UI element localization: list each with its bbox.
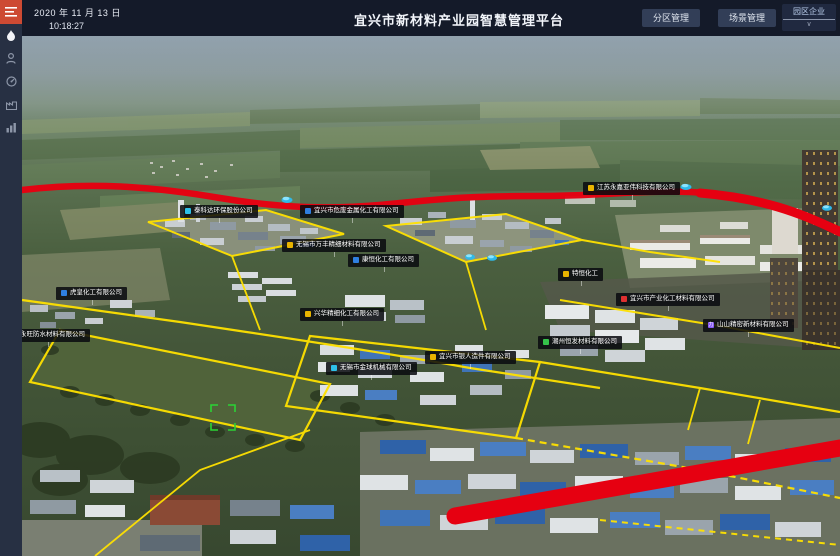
date-display: 2020 年 11 月 13 日 — [34, 6, 121, 19]
atmosphere-haze — [22, 36, 840, 120]
company-marker-icon — [61, 290, 67, 296]
sidebar-item-statistics[interactable] — [0, 116, 22, 139]
company-label-text: 山山精密新材料有限公司 — [717, 322, 789, 329]
company-marker-icon — [621, 296, 627, 302]
company-label[interactable]: 宜兴市危废金属化工有限公司 — [300, 205, 404, 218]
company-label-text: 康恒化工有限公司 — [362, 257, 414, 264]
company-label-text: 无锡市金球机械有限公司 — [340, 365, 412, 372]
company-label[interactable]: 特恒化工 — [558, 268, 603, 281]
page-title: 宜兴市新材料产业园智慧管理平台 — [354, 10, 564, 29]
company-label[interactable]: 无锡市金球机械有限公司 — [326, 362, 417, 375]
company-label[interactable]: 宜兴市银人造件有限公司 — [425, 351, 516, 364]
sidebar-item-monitor[interactable] — [0, 70, 22, 93]
company-label-text: 永旺防水材料有限公司 — [20, 332, 85, 339]
company-label[interactable]: 宜兴市产业化工材料有限公司 — [616, 293, 720, 306]
company-label-text: 兴华精细化工有限公司 — [314, 311, 379, 318]
sidebar-item-person[interactable] — [0, 47, 22, 70]
company-marker-icon — [331, 365, 337, 371]
sidebar — [0, 0, 22, 556]
sidebar-item-menu[interactable] — [0, 0, 22, 24]
company-marker-icon — [305, 311, 311, 317]
company-marker-icon: 力 — [708, 322, 714, 328]
company-label[interactable]: 泰科达环保股份公司 — [180, 205, 258, 218]
smart-park-platform: 泰科达环保股份公司 宜兴市危废金属化工有限公司 无锡市万丰精细材料有限公司 康恒… — [0, 0, 840, 556]
company-label[interactable]: 力 山山精密新材料有限公司 — [703, 319, 794, 332]
company-label[interactable]: 江苏永嘉亚伟科技有限公司 — [583, 182, 680, 195]
header: 2020 年 11 月 13 日 10:18:27 宜兴市新材料产业园智慧管理平… — [22, 0, 840, 36]
company-label-text: 江苏永嘉亚伟科技有限公司 — [597, 185, 675, 192]
time-display: 10:18:27 — [49, 21, 84, 31]
company-marker-icon — [588, 185, 594, 191]
dropdown-label: 园区企业 — [782, 4, 836, 17]
company-marker-icon — [287, 242, 293, 248]
company-label[interactable]: 康恒化工有限公司 — [348, 254, 419, 267]
company-label-text: 虎皇化工有限公司 — [70, 290, 122, 297]
company-marker-icon — [563, 271, 569, 277]
sidebar-item-fire[interactable] — [0, 24, 22, 47]
company-label-text: 无锡市万丰精细材料有限公司 — [296, 242, 381, 249]
scene-management-button[interactable]: 场景管理 — [718, 9, 776, 27]
company-marker-icon — [430, 354, 436, 360]
company-label[interactable]: 无锡市万丰精细材料有限公司 — [282, 239, 386, 252]
gauge-icon — [6, 76, 17, 87]
company-label-text: 宜兴市产业化工材料有限公司 — [630, 296, 715, 303]
company-label[interactable]: 兴华精细化工有限公司 — [300, 308, 384, 321]
company-label[interactable]: 虎皇化工有限公司 — [56, 287, 127, 300]
map-3d-view[interactable] — [0, 0, 840, 556]
bar-chart-icon — [6, 122, 17, 133]
company-label-text: 宜兴市危废金属化工有限公司 — [314, 208, 399, 215]
company-label-text: 宜兴市银人造件有限公司 — [439, 354, 511, 361]
flame-icon — [6, 30, 16, 42]
company-label-text: 泰科达环保股份公司 — [194, 208, 253, 215]
company-marker-icon — [543, 339, 549, 345]
factory-icon — [6, 99, 17, 110]
company-label-text: 特恒化工 — [572, 271, 598, 278]
sidebar-item-enterprise[interactable] — [0, 93, 22, 116]
chevron-down-icon: ∨ — [782, 20, 836, 29]
company-marker-icon — [185, 208, 191, 214]
person-icon — [6, 53, 16, 64]
zone-management-button[interactable]: 分区管理 — [642, 9, 700, 27]
company-marker-icon — [305, 208, 311, 214]
company-label[interactable]: 潮州恒发材料有限公司 — [538, 336, 622, 349]
company-label-text: 潮州恒发材料有限公司 — [552, 339, 617, 346]
park-enterprise-dropdown[interactable]: 园区企业 ∨ — [782, 4, 836, 31]
company-marker-icon — [353, 257, 359, 263]
menu-icon — [5, 7, 17, 17]
